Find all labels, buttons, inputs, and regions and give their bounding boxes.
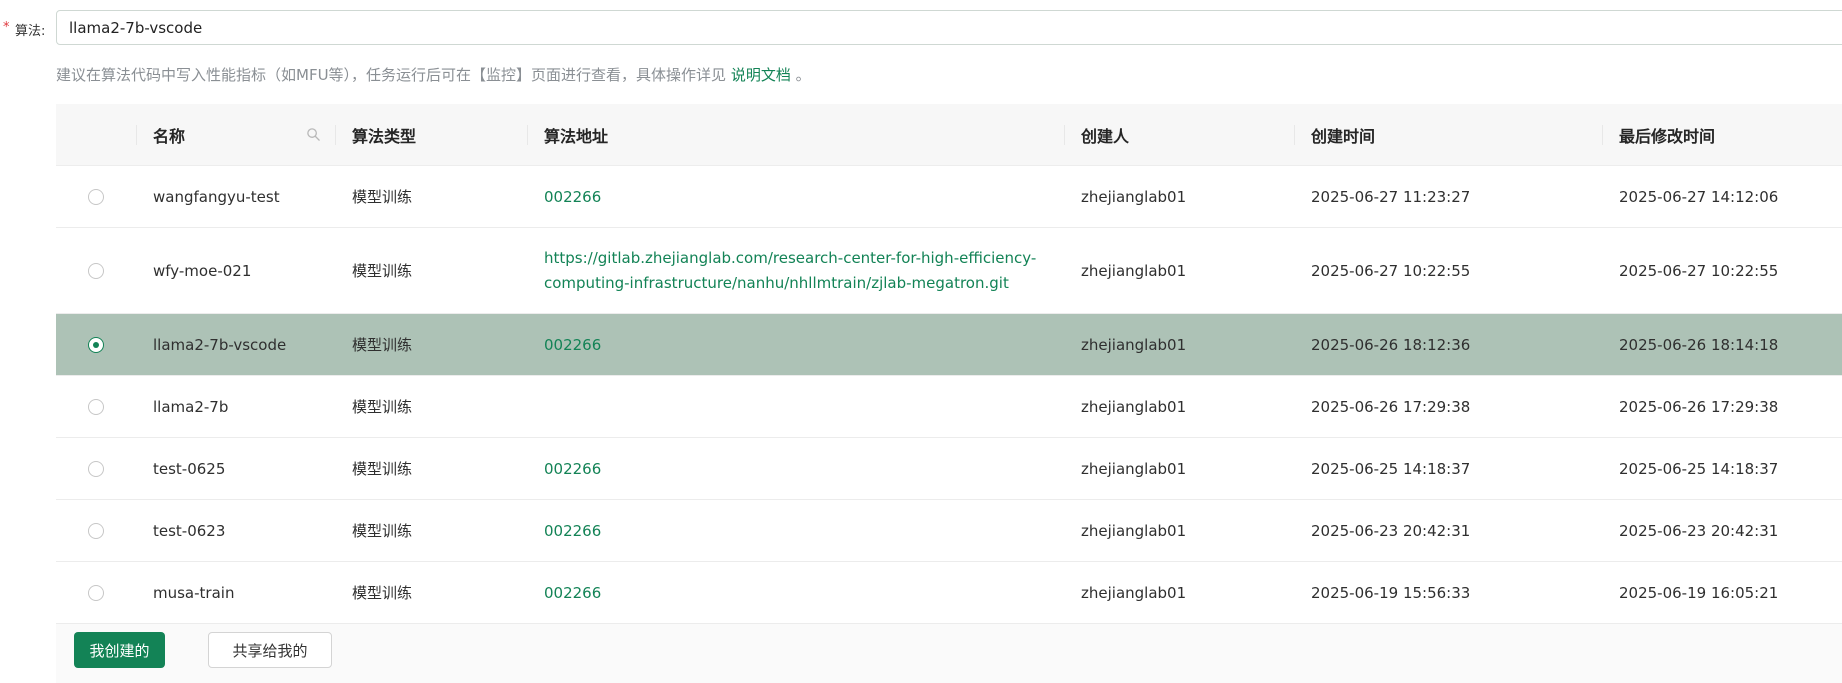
cell-type: 模型训练 [335, 313, 527, 376]
cell-modified: 2025-06-27 14:12:06 [1602, 165, 1842, 228]
cell-name: musa-train [136, 561, 335, 624]
hint-suffix: 。 [795, 66, 811, 84]
address-link[interactable]: https://gitlab.zhejianglab.com/research-… [544, 246, 1064, 296]
header-creator: 创建人 [1064, 104, 1294, 166]
address-link[interactable]: 002266 [544, 336, 601, 354]
cell-created: 2025-06-19 15:56:33 [1294, 561, 1602, 624]
algorithm-input[interactable] [56, 10, 1842, 45]
cell-type: 模型训练 [335, 227, 527, 314]
cell-modified: 2025-06-25 14:18:37 [1602, 437, 1842, 500]
cell-name: llama2-7b [136, 375, 335, 438]
header-type: 算法类型 [335, 104, 527, 166]
cell-creator: zhejianglab01 [1064, 375, 1294, 438]
address-link[interactable]: 002266 [544, 188, 601, 206]
table-row[interactable]: musa-train 模型训练 002266 zhejianglab01 202… [56, 561, 1842, 624]
algorithm-table-container: 名称 算法类型 算法地址 创建人 创建时间 最后修改时间 wangfangyu-… [56, 104, 1842, 683]
row-radio-checked[interactable] [88, 337, 104, 353]
cell-modified: 2025-06-26 18:14:18 [1602, 313, 1842, 376]
row-radio[interactable] [88, 399, 104, 415]
address-link[interactable]: 002266 [544, 460, 601, 478]
row-radio[interactable] [88, 189, 104, 205]
address-line: https://gitlab.zhejianglab.com/research-… [544, 248, 1037, 267]
footer-tab-bar: 我创建的 共享给我的 [56, 624, 1842, 683]
algorithm-table: 名称 算法类型 算法地址 创建人 创建时间 最后修改时间 wangfangyu-… [56, 104, 1842, 624]
cell-address: 002266 [527, 561, 1064, 624]
cell-creator: zhejianglab01 [1064, 227, 1294, 314]
row-radio[interactable] [88, 461, 104, 477]
row-radio[interactable] [88, 585, 104, 601]
header-modified: 最后修改时间 [1602, 104, 1842, 166]
cell-modified: 2025-06-19 16:05:21 [1602, 561, 1842, 624]
address-link[interactable]: 002266 [544, 584, 601, 602]
cell-address: 002266 [527, 165, 1064, 228]
cell-name: wangfangyu-test [136, 165, 335, 228]
algorithm-form-row: * 算法: [0, 10, 1842, 47]
table-row-selected[interactable]: llama2-7b-vscode 模型训练 002266 zhejianglab… [56, 313, 1842, 376]
row-radio[interactable] [88, 523, 104, 539]
tab-my-created[interactable]: 我创建的 [74, 632, 165, 668]
cell-type: 模型训练 [335, 165, 527, 228]
cell-creator: zhejianglab01 [1064, 561, 1294, 624]
table-row[interactable]: test-0623 模型训练 002266 zhejianglab01 2025… [56, 499, 1842, 562]
table-row[interactable]: llama2-7b 模型训练 zhejianglab01 2025-06-26 … [56, 375, 1842, 438]
address-line: computing-infrastructure/nanhu/nhllmtrai… [544, 273, 1009, 292]
cell-name: test-0625 [136, 437, 335, 500]
cell-created: 2025-06-27 11:23:27 [1294, 165, 1602, 228]
address-link[interactable]: 002266 [544, 522, 601, 540]
table-row[interactable]: wfy-moe-021 模型训练 https://gitlab.zhejiang… [56, 227, 1842, 314]
hint-message: 建议在算法代码中写入性能指标（如MFU等），任务运行后可在【监控】页面进行查看，… [56, 66, 727, 84]
table-row[interactable]: wangfangyu-test 模型训练 002266 zhejianglab0… [56, 165, 1842, 228]
cell-creator: zhejianglab01 [1064, 437, 1294, 500]
cell-modified: 2025-06-26 17:29:38 [1602, 375, 1842, 438]
table-header-row: 名称 算法类型 算法地址 创建人 创建时间 最后修改时间 [56, 104, 1842, 166]
cell-address: 002266 [527, 437, 1064, 500]
cell-created: 2025-06-27 10:22:55 [1294, 227, 1602, 314]
cell-type: 模型训练 [335, 561, 527, 624]
cell-created: 2025-06-25 14:18:37 [1294, 437, 1602, 500]
cell-type: 模型训练 [335, 375, 527, 438]
tab-shared-with-me[interactable]: 共享给我的 [208, 632, 332, 668]
cell-type: 模型训练 [335, 437, 527, 500]
cell-created: 2025-06-23 20:42:31 [1294, 499, 1602, 562]
cell-modified: 2025-06-27 10:22:55 [1602, 227, 1842, 314]
header-created: 创建时间 [1294, 104, 1602, 166]
required-mark: * [3, 20, 10, 35]
search-icon[interactable] [306, 127, 321, 142]
cell-address: 002266 [527, 499, 1064, 562]
cell-creator: zhejianglab01 [1064, 165, 1294, 228]
cell-created: 2025-06-26 17:29:38 [1294, 375, 1602, 438]
algorithm-label: 算法: [15, 24, 46, 39]
row-radio[interactable] [88, 263, 104, 279]
cell-creator: zhejianglab01 [1064, 499, 1294, 562]
cell-type: 模型训练 [335, 499, 527, 562]
cell-modified: 2025-06-23 20:42:31 [1602, 499, 1842, 562]
header-address: 算法地址 [527, 104, 1064, 166]
cell-created: 2025-06-26 18:12:36 [1294, 313, 1602, 376]
header-select [56, 104, 136, 166]
cell-address: 002266 [527, 313, 1064, 376]
header-name: 名称 [136, 104, 335, 166]
cell-name: llama2-7b-vscode [136, 313, 335, 376]
cell-creator: zhejianglab01 [1064, 313, 1294, 376]
table-row[interactable]: test-0625 模型训练 002266 zhejianglab01 2025… [56, 437, 1842, 500]
cell-name: test-0623 [136, 499, 335, 562]
hint-text: 建议在算法代码中写入性能指标（如MFU等），任务运行后可在【监控】页面进行查看，… [56, 64, 811, 85]
cell-address [527, 375, 1064, 438]
header-name-label: 名称 [153, 126, 186, 146]
doc-link[interactable]: 说明文档 [731, 66, 791, 84]
cell-address: https://gitlab.zhejianglab.com/research-… [527, 227, 1064, 314]
cell-name: wfy-moe-021 [136, 227, 335, 314]
